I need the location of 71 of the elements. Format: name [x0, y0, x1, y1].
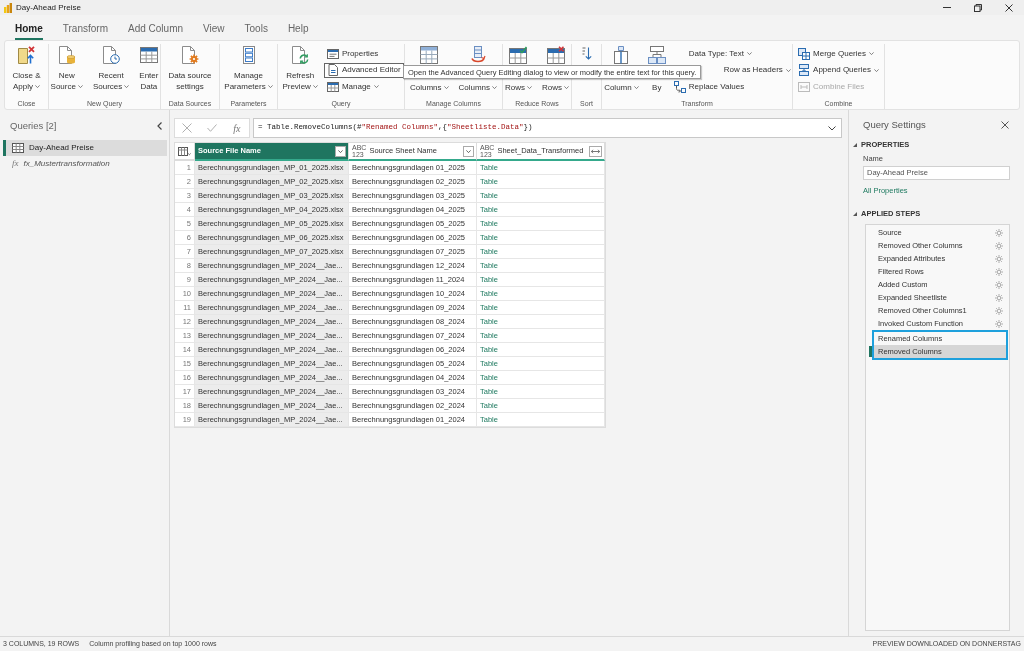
merge-icon: [798, 47, 811, 60]
cancel-icon: [182, 123, 193, 133]
ribbon-button[interactable]: Manage Parameters: [220, 44, 277, 98]
ribbon-button[interactable]: Merge Queries: [795, 46, 877, 61]
combine-icon: [798, 80, 811, 93]
ribbon-button[interactable]: Refresh Preview: [278, 44, 322, 98]
ribbon-button[interactable]: Enter Data: [135, 44, 163, 98]
close-icon: [1001, 121, 1009, 129]
file-cross-icon: [17, 46, 36, 64]
file-icon: [326, 64, 339, 76]
replace-arrow-icon: [673, 80, 686, 93]
expand-icon: [591, 148, 600, 154]
table-icon: [326, 80, 339, 93]
ribbon-button[interactable]: Rows: [501, 81, 536, 94]
ribbon-tab[interactable]: Transform: [62, 18, 108, 40]
ribbon-button[interactable]: Replace Values: [670, 79, 748, 94]
ribbon-button[interactable]: Columns: [454, 81, 502, 94]
chevron-left-icon: [156, 122, 162, 130]
ribbon-tab[interactable]: Add Column: [128, 18, 184, 40]
file-refresh-icon: [291, 46, 310, 64]
ribbon-button[interactable]: Properties: [323, 46, 382, 61]
file-clock-icon: [102, 46, 121, 64]
ribbon-tab[interactable]: View: [203, 18, 225, 40]
expand-button[interactable]: [589, 145, 602, 157]
filter-button[interactable]: [335, 145, 346, 157]
ribbon-button[interactable]: Column: [600, 81, 643, 94]
ribbon-button[interactable]: By: [648, 81, 666, 94]
ribbon-button[interactable]: Close & Apply: [8, 44, 45, 98]
ribbon-tab[interactable]: Tools: [244, 18, 268, 40]
bar-chart-icon: [4, 2, 12, 13]
caret-icon: [466, 149, 471, 153]
group-icon: [647, 46, 666, 64]
close-icon: [1004, 3, 1013, 12]
insert-function-button[interactable]: fx: [231, 121, 243, 135]
ribbon-button[interactable]: Data source settings: [164, 44, 216, 98]
table-check-icon: [509, 46, 528, 64]
query-item[interactable]: Day-Ahead Preise: [3, 140, 167, 156]
table-icon: [12, 143, 24, 153]
file-gear-icon: [181, 46, 199, 64]
ribbon-button[interactable]: Data Type: Text: [670, 46, 755, 61]
query-item[interactable]: fx fx_Mustertransformation: [3, 156, 167, 172]
ribbon-button[interactable]: Columns: [405, 81, 453, 94]
ribbon-button[interactable]: Manage: [323, 79, 382, 94]
append-icon: [798, 64, 811, 76]
close-button[interactable]: [1000, 120, 1010, 130]
sort-arrow-icon: [581, 47, 592, 60]
check-icon: [207, 124, 218, 132]
expand-formula-button[interactable]: [827, 123, 837, 133]
window-title: Day-Ahead Preise: [16, 1, 81, 14]
fx-symbol: fx: [12, 157, 19, 171]
table-menu-icon: [178, 146, 191, 156]
file-database-icon: [57, 46, 76, 64]
ribbon-button[interactable]: New Source: [46, 44, 87, 98]
caret-icon: [338, 149, 343, 153]
restore-icon: [973, 3, 982, 12]
table-icon: [420, 46, 439, 64]
ribbon-button[interactable]: Rows: [538, 81, 573, 94]
ribbon-tab[interactable]: Help: [287, 18, 309, 40]
panel-title: Query Settings: [863, 117, 926, 132]
ribbon-button[interactable]: Row as Headers: [720, 62, 794, 78]
ribbon-button[interactable]: Advanced Editor: [323, 62, 404, 78]
table-cross-icon: [546, 46, 565, 64]
ribbon-button[interactable]: Recent Sources: [88, 44, 134, 98]
minimize-icon: [942, 7, 951, 8]
panel-title: Queries [2]: [10, 118, 57, 133]
filter-button[interactable]: [463, 145, 474, 157]
table-icon: [139, 46, 158, 64]
split-column-icon: [612, 46, 631, 64]
properties-icon: [326, 47, 339, 60]
chevron-down-icon: [828, 125, 836, 131]
ribbon-button[interactable]: Append Queries: [795, 62, 882, 78]
